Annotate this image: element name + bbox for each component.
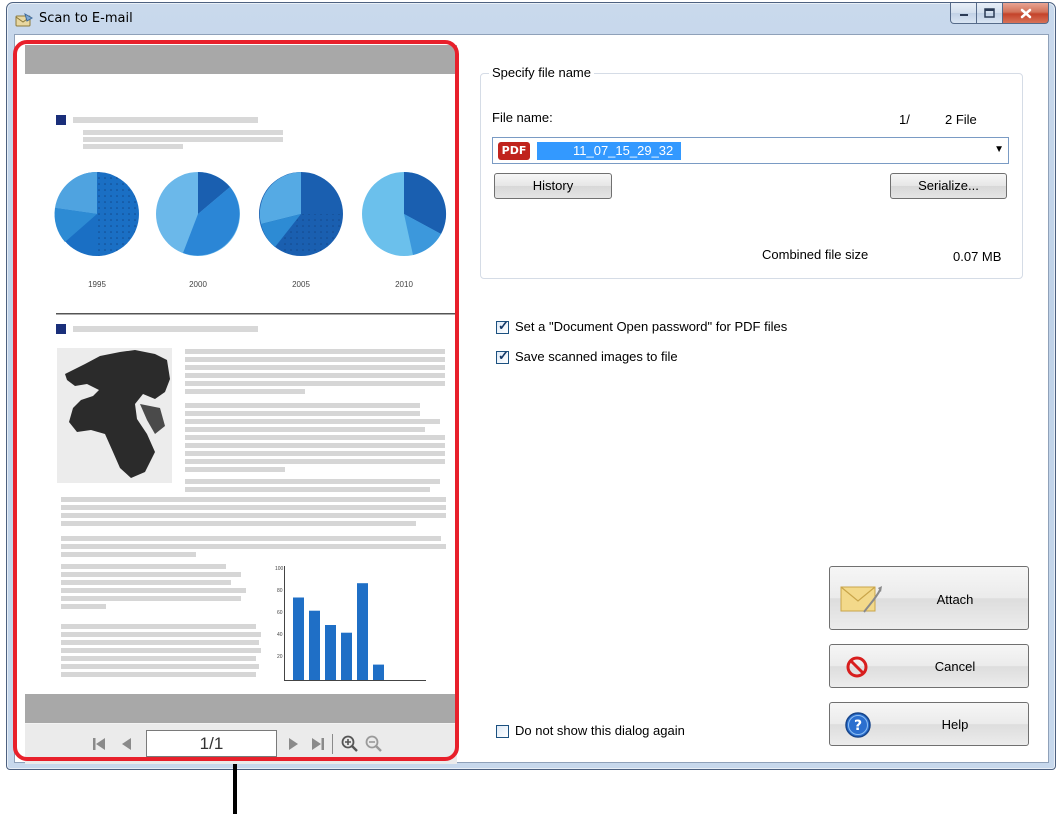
minimize-icon bbox=[959, 14, 968, 16]
history-button[interactable]: History bbox=[494, 173, 612, 199]
scan-to-email-app-icon bbox=[15, 12, 33, 27]
dont-show-again-checkbox[interactable] bbox=[496, 725, 509, 738]
serialize-button[interactable]: Serialize... bbox=[890, 173, 1007, 199]
file-count-value: 2 File bbox=[945, 112, 977, 127]
close-icon bbox=[1020, 8, 1031, 18]
file-name-combobox[interactable]: PDF 11_07_15_29_32 ▼ bbox=[492, 137, 1009, 164]
file-name-label: File name: bbox=[492, 110, 553, 125]
pdf-password-label[interactable]: Set a "Document Open password" for PDF f… bbox=[515, 319, 787, 334]
file-name-value[interactable]: 11_07_15_29_32 bbox=[537, 142, 682, 160]
title-bar[interactable]: Scan to E-mail bbox=[7, 3, 1055, 35]
file-counter: 1/ bbox=[899, 112, 910, 127]
preview-highlight-frame bbox=[13, 40, 459, 761]
close-button[interactable] bbox=[1003, 3, 1049, 24]
help-button[interactable]: ? Help bbox=[829, 702, 1029, 746]
minimize-button[interactable] bbox=[950, 3, 977, 24]
save-images-checkbox[interactable] bbox=[496, 348, 509, 364]
pdf-file-icon: PDF bbox=[498, 142, 530, 160]
save-images-label[interactable]: Save scanned images to file bbox=[515, 349, 678, 364]
group-legend: Specify file name bbox=[489, 65, 594, 80]
combined-file-size-value: 0.07 MB bbox=[953, 249, 1002, 264]
help-button-label: Help bbox=[941, 717, 969, 732]
pdf-password-checkbox[interactable] bbox=[496, 318, 509, 334]
dont-show-again-label[interactable]: Do not show this dialog again bbox=[515, 723, 685, 738]
window-title: Scan to E-mail bbox=[39, 11, 133, 26]
attach-button[interactable]: Attach bbox=[829, 566, 1029, 630]
dropdown-arrow-icon[interactable]: ▼ bbox=[994, 144, 1004, 155]
maximize-button[interactable] bbox=[977, 3, 1003, 24]
attach-button-label: Attach bbox=[936, 592, 974, 607]
cancel-button[interactable]: Cancel bbox=[829, 644, 1029, 688]
combined-file-size-label: Combined file size bbox=[762, 247, 869, 262]
callout-pointer-line bbox=[233, 764, 237, 814]
maximize-icon bbox=[984, 8, 995, 18]
cancel-button-label: Cancel bbox=[934, 659, 976, 674]
